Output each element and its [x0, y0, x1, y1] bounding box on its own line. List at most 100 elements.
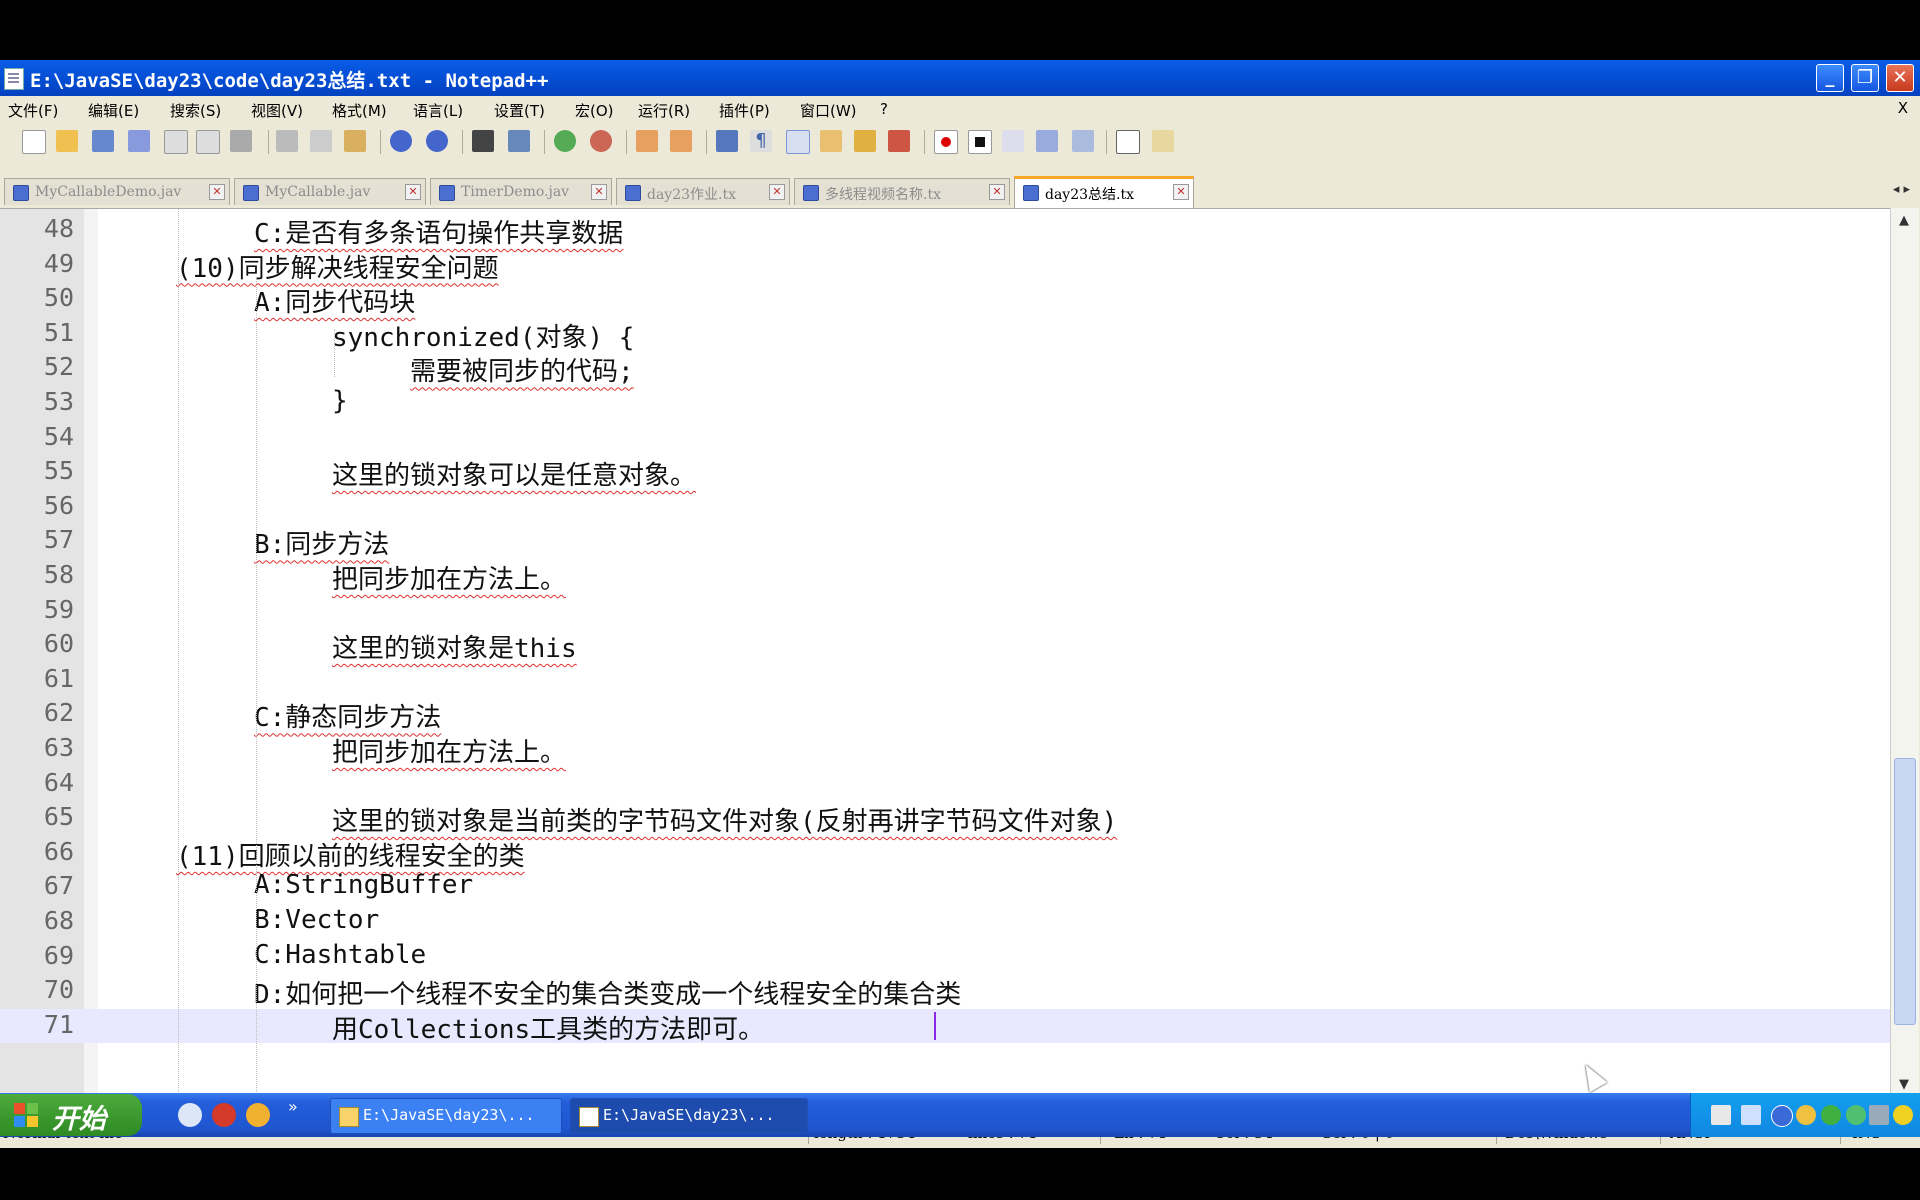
undo-icon[interactable]	[390, 130, 412, 152]
editor-line[interactable]: 70 D:如何把一个线程不安全的集合类变成一个线程安全的集合类	[0, 974, 1890, 1010]
document-map-icon[interactable]	[854, 130, 876, 152]
menu-edit[interactable]: 编辑(E)	[88, 100, 139, 121]
notepad-app-icon[interactable]	[4, 68, 24, 90]
text-editor[interactable]: 48 C:是否有多条语句操作共享数据 49 (10)同步解决线程安全问题 50 A:同步代…	[0, 208, 1890, 1102]
editor-line[interactable]: 54	[0, 421, 1890, 455]
tab-scroll-arrows[interactable]: ◂ ▸	[1893, 182, 1910, 197]
menu-format[interactable]: 格式(M)	[332, 100, 387, 121]
sync-vertical-icon[interactable]	[636, 130, 658, 152]
save-macro-icon[interactable]	[1072, 130, 1094, 152]
stop-macro-icon[interactable]	[968, 130, 992, 154]
menu-file[interactable]: 文件(F)	[8, 100, 58, 121]
menu-run[interactable]: 运行(R)	[638, 100, 690, 121]
editor-line[interactable]: 64	[0, 767, 1890, 801]
menu-search[interactable]: 搜索(S)	[170, 100, 221, 121]
tab-close-icon[interactable]: ✕	[591, 184, 607, 200]
ie-browser-icon[interactable]	[178, 1103, 202, 1127]
editor-line[interactable]: 59	[0, 594, 1890, 628]
network-icon[interactable]	[1741, 1105, 1761, 1125]
editor-line[interactable]: 48 C:是否有多条语句操作共享数据	[0, 213, 1890, 249]
vertical-scrollbar[interactable]: ▲ ▼	[1890, 208, 1919, 1101]
tab-close-icon[interactable]: ✕	[405, 184, 421, 200]
tab-day23-homework[interactable]: day23作业.tx ✕	[616, 178, 790, 205]
scroll-up-arrow-icon[interactable]: ▲	[1895, 212, 1913, 230]
minimize-button[interactable]: _	[1816, 64, 1844, 92]
tab-timerdemo[interactable]: TimerDemo.jav ✕	[430, 178, 612, 205]
menu-view[interactable]: 视图(V)	[251, 100, 303, 121]
taskbar-explorer-window[interactable]: E:\JavaSE\day23\...	[330, 1098, 562, 1134]
tab-mycallable[interactable]: MyCallable.jav ✕	[234, 178, 426, 205]
media-player-icon[interactable]	[212, 1103, 236, 1127]
menu-window[interactable]: 窗口(W)	[800, 100, 857, 121]
close-document-x[interactable]: X	[1898, 99, 1908, 117]
save-all-icon[interactable]	[128, 130, 150, 152]
editor-line[interactable]: 56	[0, 490, 1890, 524]
new-file-icon[interactable]	[22, 130, 46, 154]
word-wrap-icon[interactable]	[716, 130, 738, 152]
menu-plugins[interactable]: 插件(P)	[719, 100, 770, 121]
tab-video-names[interactable]: 多线程视频名称.tx ✕	[794, 178, 1010, 205]
scrollbar-thumb[interactable]	[1894, 758, 1916, 1025]
editor-line[interactable]: 58 把同步加在方法上。	[0, 559, 1890, 595]
editor-line[interactable]: 66 (11)回顾以前的线程安全的类	[0, 836, 1890, 872]
quicklaunch-overflow-icon[interactable]: »	[288, 1097, 298, 1116]
tab-day23-summary[interactable]: day23总结.tx ✕	[1014, 176, 1194, 209]
editor-line[interactable]: 57 B:同步方法	[0, 524, 1890, 560]
find-icon[interactable]	[472, 130, 494, 152]
editor-line[interactable]: 63 把同步加在方法上。	[0, 732, 1890, 768]
close-file-icon[interactable]	[164, 130, 188, 154]
open-file-icon[interactable]	[56, 130, 78, 152]
editor-line[interactable]: 52 需要被同步的代码;	[0, 351, 1890, 387]
play-macro-icon[interactable]	[1002, 130, 1024, 152]
function-list-icon[interactable]	[888, 130, 910, 152]
back-arrow-icon[interactable]	[1771, 1105, 1793, 1127]
sync-horizontal-icon[interactable]	[670, 130, 692, 152]
editor-line[interactable]: 69 C:Hashtable	[0, 940, 1890, 974]
tray-app-icon[interactable]	[1796, 1105, 1816, 1125]
menu-macro[interactable]: 宏(O)	[575, 100, 614, 121]
spell-options-icon[interactable]	[1152, 130, 1174, 152]
show-all-chars-icon[interactable]: ¶	[750, 130, 772, 152]
add-icon[interactable]	[1893, 1105, 1913, 1125]
menu-help[interactable]: ?	[880, 100, 888, 118]
play-macro-multiple-icon[interactable]	[1036, 130, 1058, 152]
editor-line[interactable]: 61	[0, 663, 1890, 697]
editor-line[interactable]: 55 这里的锁对象可以是任意对象。	[0, 455, 1890, 491]
tab-close-icon[interactable]: ✕	[769, 184, 785, 200]
record-macro-icon[interactable]	[934, 130, 958, 154]
copy-icon[interactable]	[310, 130, 332, 152]
tab-close-icon[interactable]: ✕	[209, 184, 225, 200]
paste-icon[interactable]	[344, 130, 366, 152]
zoom-in-icon[interactable]	[554, 130, 576, 152]
save-icon[interactable]	[92, 130, 114, 152]
print-icon[interactable]	[230, 130, 252, 152]
messenger-icon[interactable]	[246, 1103, 270, 1127]
editor-line[interactable]: 49 (10)同步解决线程安全问题	[0, 248, 1890, 284]
tab-close-icon[interactable]: ✕	[1173, 184, 1189, 200]
editor-line[interactable]: 71 用Collections工具类的方法即可。	[0, 1008, 1890, 1045]
volume-icon[interactable]	[1869, 1105, 1889, 1125]
editor-line[interactable]: 53}	[0, 386, 1890, 420]
editor-line[interactable]: 51 synchronized(对象) {	[0, 317, 1890, 353]
editor-line[interactable]: 67 A:StringBuffer	[0, 870, 1890, 904]
taskbar-notepadpp-window[interactable]: E:\JavaSE\day23\...	[570, 1098, 808, 1134]
maximize-button[interactable]: ❐	[1851, 64, 1879, 92]
close-button[interactable]: ✕	[1886, 64, 1914, 92]
user-language-icon[interactable]	[820, 130, 842, 152]
indent-guide-icon[interactable]	[786, 130, 810, 154]
tab-close-icon[interactable]: ✕	[989, 184, 1005, 200]
keyboard-icon[interactable]	[1711, 1105, 1731, 1125]
tab-mycallabledemo[interactable]: MyCallableDemo.jav ✕	[4, 178, 230, 205]
menu-language[interactable]: 语言(L)	[413, 100, 463, 121]
editor-line[interactable]: 60 这里的锁对象是this	[0, 628, 1890, 664]
cut-icon[interactable]	[276, 130, 298, 152]
replace-icon[interactable]	[508, 130, 530, 152]
security-icon[interactable]	[1821, 1105, 1841, 1125]
spell-check-icon[interactable]	[1116, 130, 1140, 154]
zoom-out-icon[interactable]	[590, 130, 612, 152]
start-button[interactable]: 开始	[0, 1094, 142, 1136]
title-bar[interactable]: E:\JavaSE\day23\code\day23总结.txt - Notep…	[0, 60, 1920, 96]
update-icon[interactable]	[1846, 1105, 1866, 1125]
editor-line[interactable]: 68 B:Vector	[0, 905, 1890, 939]
editor-line[interactable]: 62 C:静态同步方法	[0, 697, 1890, 733]
